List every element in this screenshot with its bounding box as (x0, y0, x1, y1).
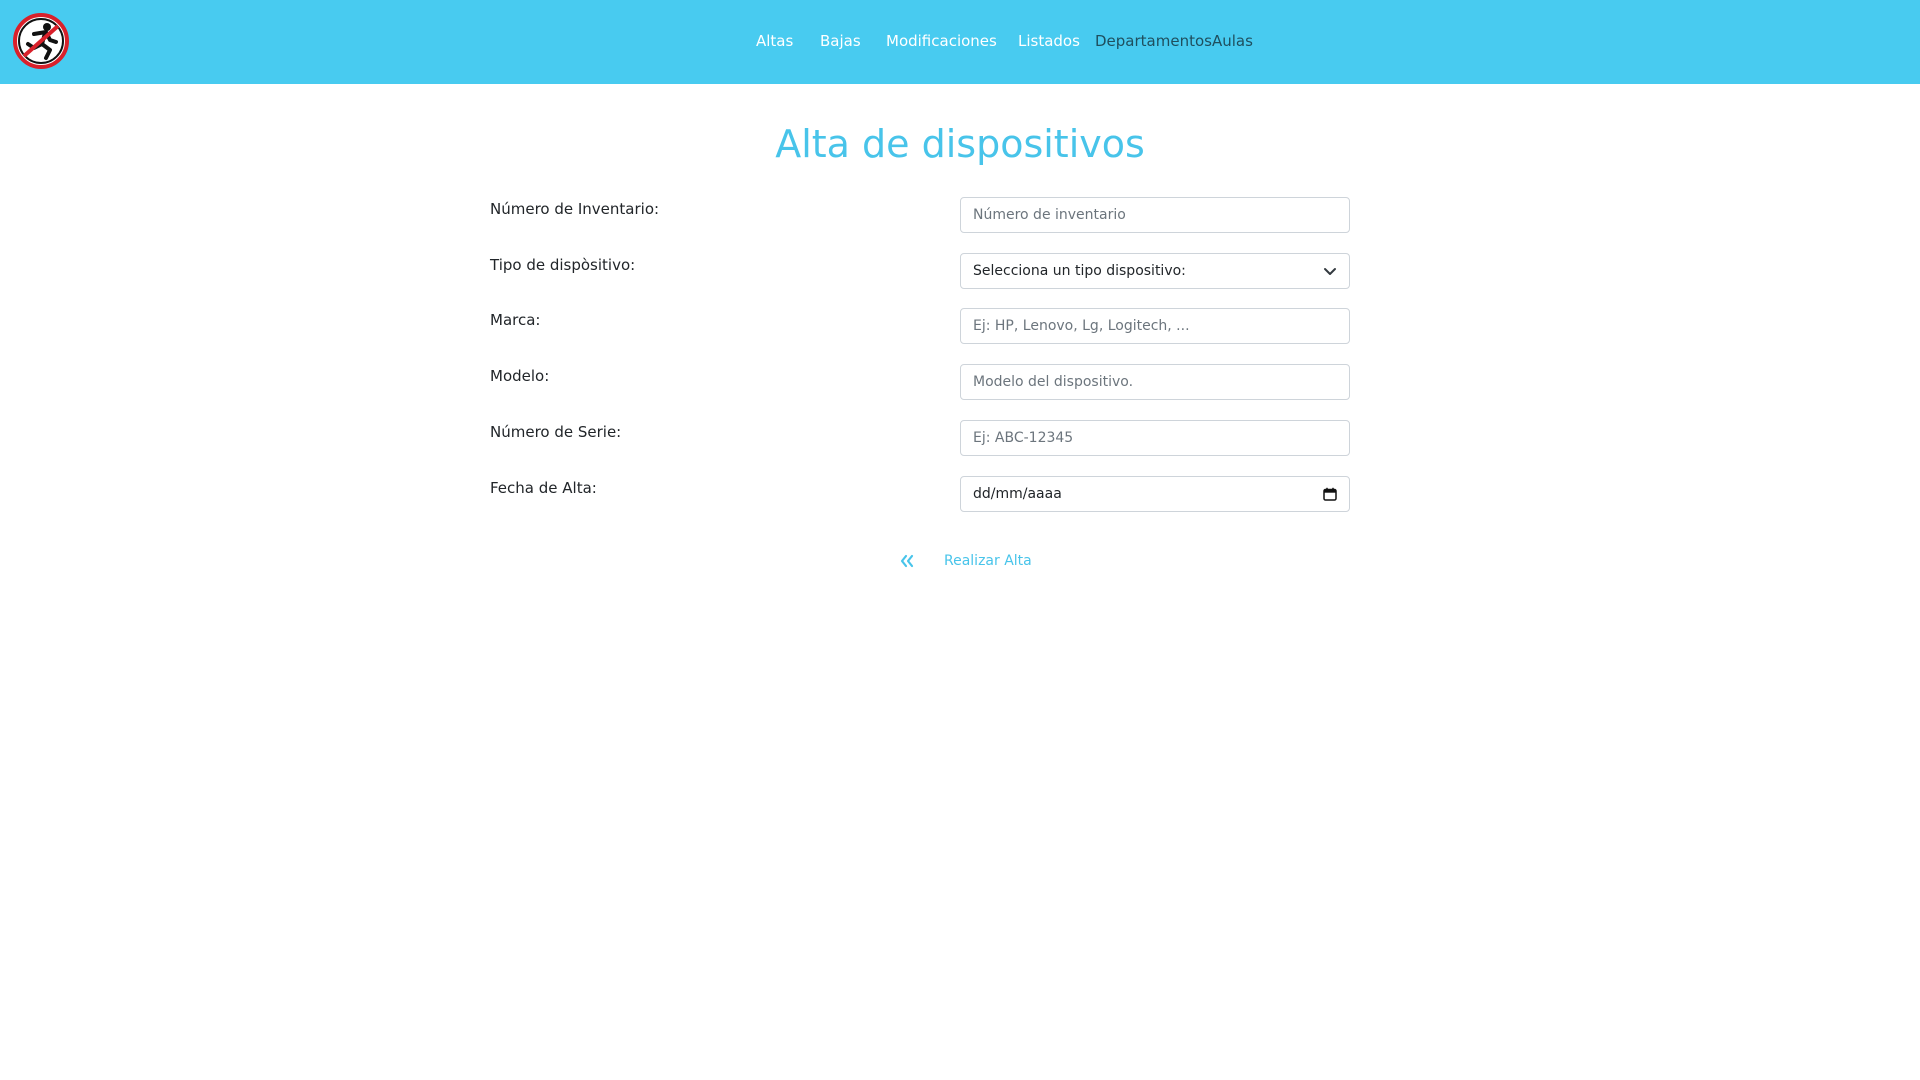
main-nav: Altas Bajas Modificaciones Listados Depa… (0, 0, 1920, 84)
date-input[interactable]: dd/mm/aaaa (960, 476, 1350, 512)
double-chevron-left-icon (900, 554, 914, 568)
model-label: Modelo: (490, 367, 550, 385)
inventory-input[interactable] (960, 197, 1350, 233)
device-type-label: Tipo de dispòsitivo: (490, 256, 636, 274)
submit-button[interactable]: Realizar Alta (944, 553, 1032, 569)
nav-item-aulas[interactable]: Aulas (1212, 32, 1253, 50)
calendar-icon[interactable] (1323, 487, 1337, 501)
nav-item-departamentos[interactable]: Departamentos (1095, 32, 1212, 50)
device-type-select[interactable]: Selecciona un tipo dispositivo: (960, 253, 1350, 289)
chevron-down-icon (1324, 268, 1336, 275)
navbar: Altas Bajas Modificaciones Listados Depa… (0, 0, 1920, 84)
serial-input[interactable] (960, 420, 1350, 456)
brand-input[interactable] (960, 308, 1350, 344)
nav-item-modificaciones[interactable]: Modificaciones (886, 32, 997, 50)
page-title: Alta de dispositivos (775, 122, 1145, 166)
back-button[interactable] (898, 552, 916, 570)
model-input[interactable] (960, 364, 1350, 400)
device-type-selected: Selecciona un tipo dispositivo: (973, 263, 1186, 279)
serial-label: Número de Serie: (490, 423, 622, 441)
nav-item-altas[interactable]: Altas (756, 32, 793, 50)
date-value: dd/mm/aaaa (973, 486, 1062, 502)
brand-label: Marca: (490, 311, 541, 329)
nav-item-listados[interactable]: Listados (1018, 32, 1080, 50)
date-label: Fecha de Alta: (490, 479, 597, 497)
nav-item-bajas[interactable]: Bajas (820, 32, 861, 50)
inventory-label: Número de Inventario: (490, 200, 660, 218)
